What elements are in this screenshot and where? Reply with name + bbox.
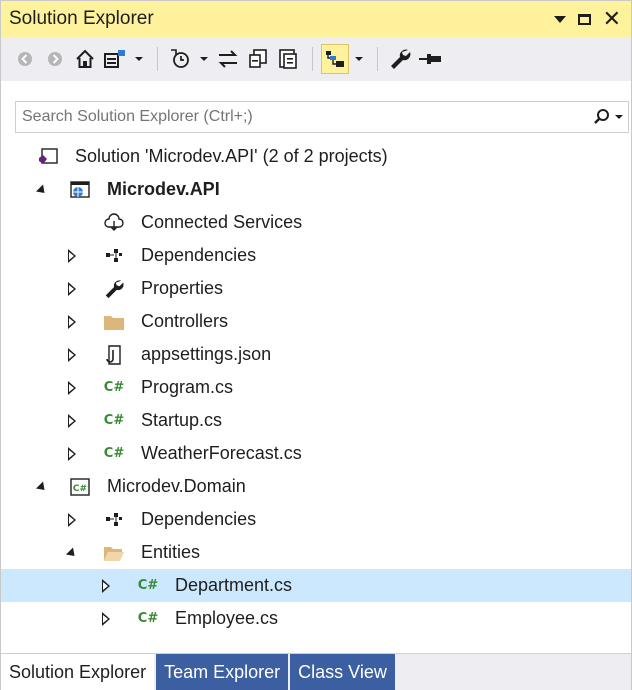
tree-node-item[interactable]: Properties bbox=[1, 272, 631, 305]
item-label: appsettings.json bbox=[141, 344, 272, 364]
tree-node-solution[interactable]: Solution 'Microdev.API' (2 of 2 projects… bbox=[1, 140, 631, 173]
forward-icon[interactable] bbox=[41, 44, 69, 74]
pending-changes-filter-icon[interactable] bbox=[166, 44, 194, 74]
search-input[interactable] bbox=[16, 103, 588, 131]
preview-dropdown[interactable] bbox=[351, 44, 367, 74]
item-label: Entities bbox=[141, 542, 201, 562]
tab-class-view[interactable]: Class View bbox=[290, 654, 395, 690]
project-label: Microdev.Domain bbox=[107, 476, 246, 496]
item-label: Dependencies bbox=[141, 245, 257, 265]
solution-icon bbox=[37, 146, 59, 168]
web-project-icon bbox=[69, 179, 91, 201]
toolbar-separator bbox=[312, 47, 313, 71]
search-icon[interactable] bbox=[588, 108, 628, 126]
tree-node-item[interactable]: Entities bbox=[1, 536, 631, 569]
home-icon[interactable] bbox=[71, 44, 99, 74]
item-label: Connected Services bbox=[141, 212, 303, 232]
collapsed-arrow-icon[interactable] bbox=[65, 380, 79, 395]
item-label: Startup.cs bbox=[141, 410, 223, 430]
item-label: Program.cs bbox=[141, 377, 234, 397]
pin-icon[interactable] bbox=[416, 44, 444, 74]
item-label: Department.cs bbox=[175, 575, 293, 595]
switch-views-dropdown[interactable] bbox=[131, 44, 147, 74]
solution-label: Solution 'Microdev.API' (2 of 2 projects… bbox=[75, 146, 388, 166]
tree-node-item[interactable]: Controllers bbox=[1, 305, 631, 338]
collapsed-arrow-icon[interactable] bbox=[65, 347, 79, 362]
csharp-file-icon: C# bbox=[103, 380, 125, 395]
collapsed-arrow-icon[interactable] bbox=[65, 446, 79, 461]
svg-text:C#: C# bbox=[73, 484, 87, 494]
properties-icon[interactable] bbox=[386, 44, 414, 74]
expanded-arrow-icon[interactable] bbox=[35, 480, 49, 494]
collapsed-arrow-icon[interactable] bbox=[65, 512, 79, 527]
tree-node-item[interactable]: appsettings.json bbox=[1, 338, 631, 371]
back-icon[interactable] bbox=[11, 44, 39, 74]
csharp-file-icon: C# bbox=[103, 413, 125, 428]
expanded-arrow-icon[interactable] bbox=[35, 183, 49, 197]
dependencies-icon bbox=[103, 245, 125, 267]
tab-team-explorer[interactable]: Team Explorer bbox=[156, 654, 289, 690]
tree-node-item[interactable]: Dependencies bbox=[1, 239, 631, 272]
switch-views-icon[interactable] bbox=[101, 44, 129, 74]
csharp-file-icon: C# bbox=[137, 611, 159, 626]
collapsed-arrow-icon[interactable] bbox=[65, 281, 79, 296]
tree-node-item[interactable]: C# Startup.cs bbox=[1, 404, 631, 437]
collapsed-arrow-icon[interactable] bbox=[99, 578, 113, 593]
item-label: Controllers bbox=[141, 311, 229, 331]
tree-node-item[interactable]: C# Employee.cs bbox=[1, 602, 631, 635]
item-label: WeatherForecast.cs bbox=[141, 443, 302, 463]
tree-node-item[interactable]: Connected Services bbox=[1, 206, 631, 239]
toolbar-separator bbox=[377, 47, 378, 71]
search-box[interactable] bbox=[15, 101, 629, 133]
csharp-file-icon: C# bbox=[103, 446, 125, 461]
tree-node-item[interactable]: Dependencies bbox=[1, 503, 631, 536]
collapsed-arrow-icon[interactable] bbox=[65, 248, 79, 263]
title-bar[interactable]: Solution Explorer ✕ bbox=[1, 1, 631, 37]
pin-dropdown-icon[interactable] bbox=[553, 15, 566, 23]
connected-services-icon bbox=[103, 212, 125, 234]
pending-changes-dropdown[interactable] bbox=[196, 44, 212, 74]
maximize-icon[interactable] bbox=[577, 13, 591, 25]
close-icon[interactable]: ✕ bbox=[603, 8, 621, 30]
collapsed-arrow-icon[interactable] bbox=[65, 413, 79, 428]
bottom-tab-bar: Solution Explorer Team Explorer Class Vi… bbox=[1, 653, 631, 690]
item-label: Employee.cs bbox=[175, 608, 279, 628]
project-label: Microdev.API bbox=[107, 179, 220, 199]
solution-explorer-window: Solution Explorer ✕ Search Solution Expl… bbox=[0, 0, 632, 690]
sync-active-document-icon[interactable] bbox=[214, 44, 242, 74]
tree-node-item[interactable]: C# Department.cs bbox=[1, 569, 631, 602]
collapse-all-icon[interactable] bbox=[244, 44, 272, 74]
dependencies-icon bbox=[103, 509, 125, 531]
item-label: Dependencies bbox=[141, 509, 257, 529]
tree-node-project[interactable]: Microdev.API bbox=[1, 173, 631, 206]
toolbar bbox=[1, 37, 631, 81]
tree-node-project[interactable]: C# Microdev.Domain bbox=[1, 470, 631, 503]
csharp-project-icon: C# bbox=[69, 476, 91, 498]
wrench-icon bbox=[103, 278, 125, 300]
preview-selected-items-icon[interactable] bbox=[321, 44, 349, 74]
tab-solution-explorer[interactable]: Solution Explorer bbox=[1, 654, 155, 690]
open-folder-icon bbox=[103, 542, 125, 564]
item-label: Properties bbox=[141, 278, 224, 298]
folder-icon bbox=[103, 311, 125, 333]
json-file-icon bbox=[103, 344, 125, 366]
show-all-files-icon[interactable] bbox=[274, 44, 302, 74]
search-options-chevron-icon[interactable] bbox=[615, 115, 623, 119]
collapsed-arrow-icon[interactable] bbox=[99, 611, 113, 626]
panel-title: Solution Explorer bbox=[9, 8, 154, 29]
tree-node-item[interactable]: C# Program.cs bbox=[1, 371, 631, 404]
toolbar-separator bbox=[157, 47, 158, 71]
collapsed-arrow-icon[interactable] bbox=[65, 314, 79, 329]
expanded-arrow-icon[interactable] bbox=[65, 546, 79, 560]
tree-node-item[interactable]: C# WeatherForecast.cs bbox=[1, 437, 631, 470]
csharp-file-icon: C# bbox=[137, 578, 159, 593]
